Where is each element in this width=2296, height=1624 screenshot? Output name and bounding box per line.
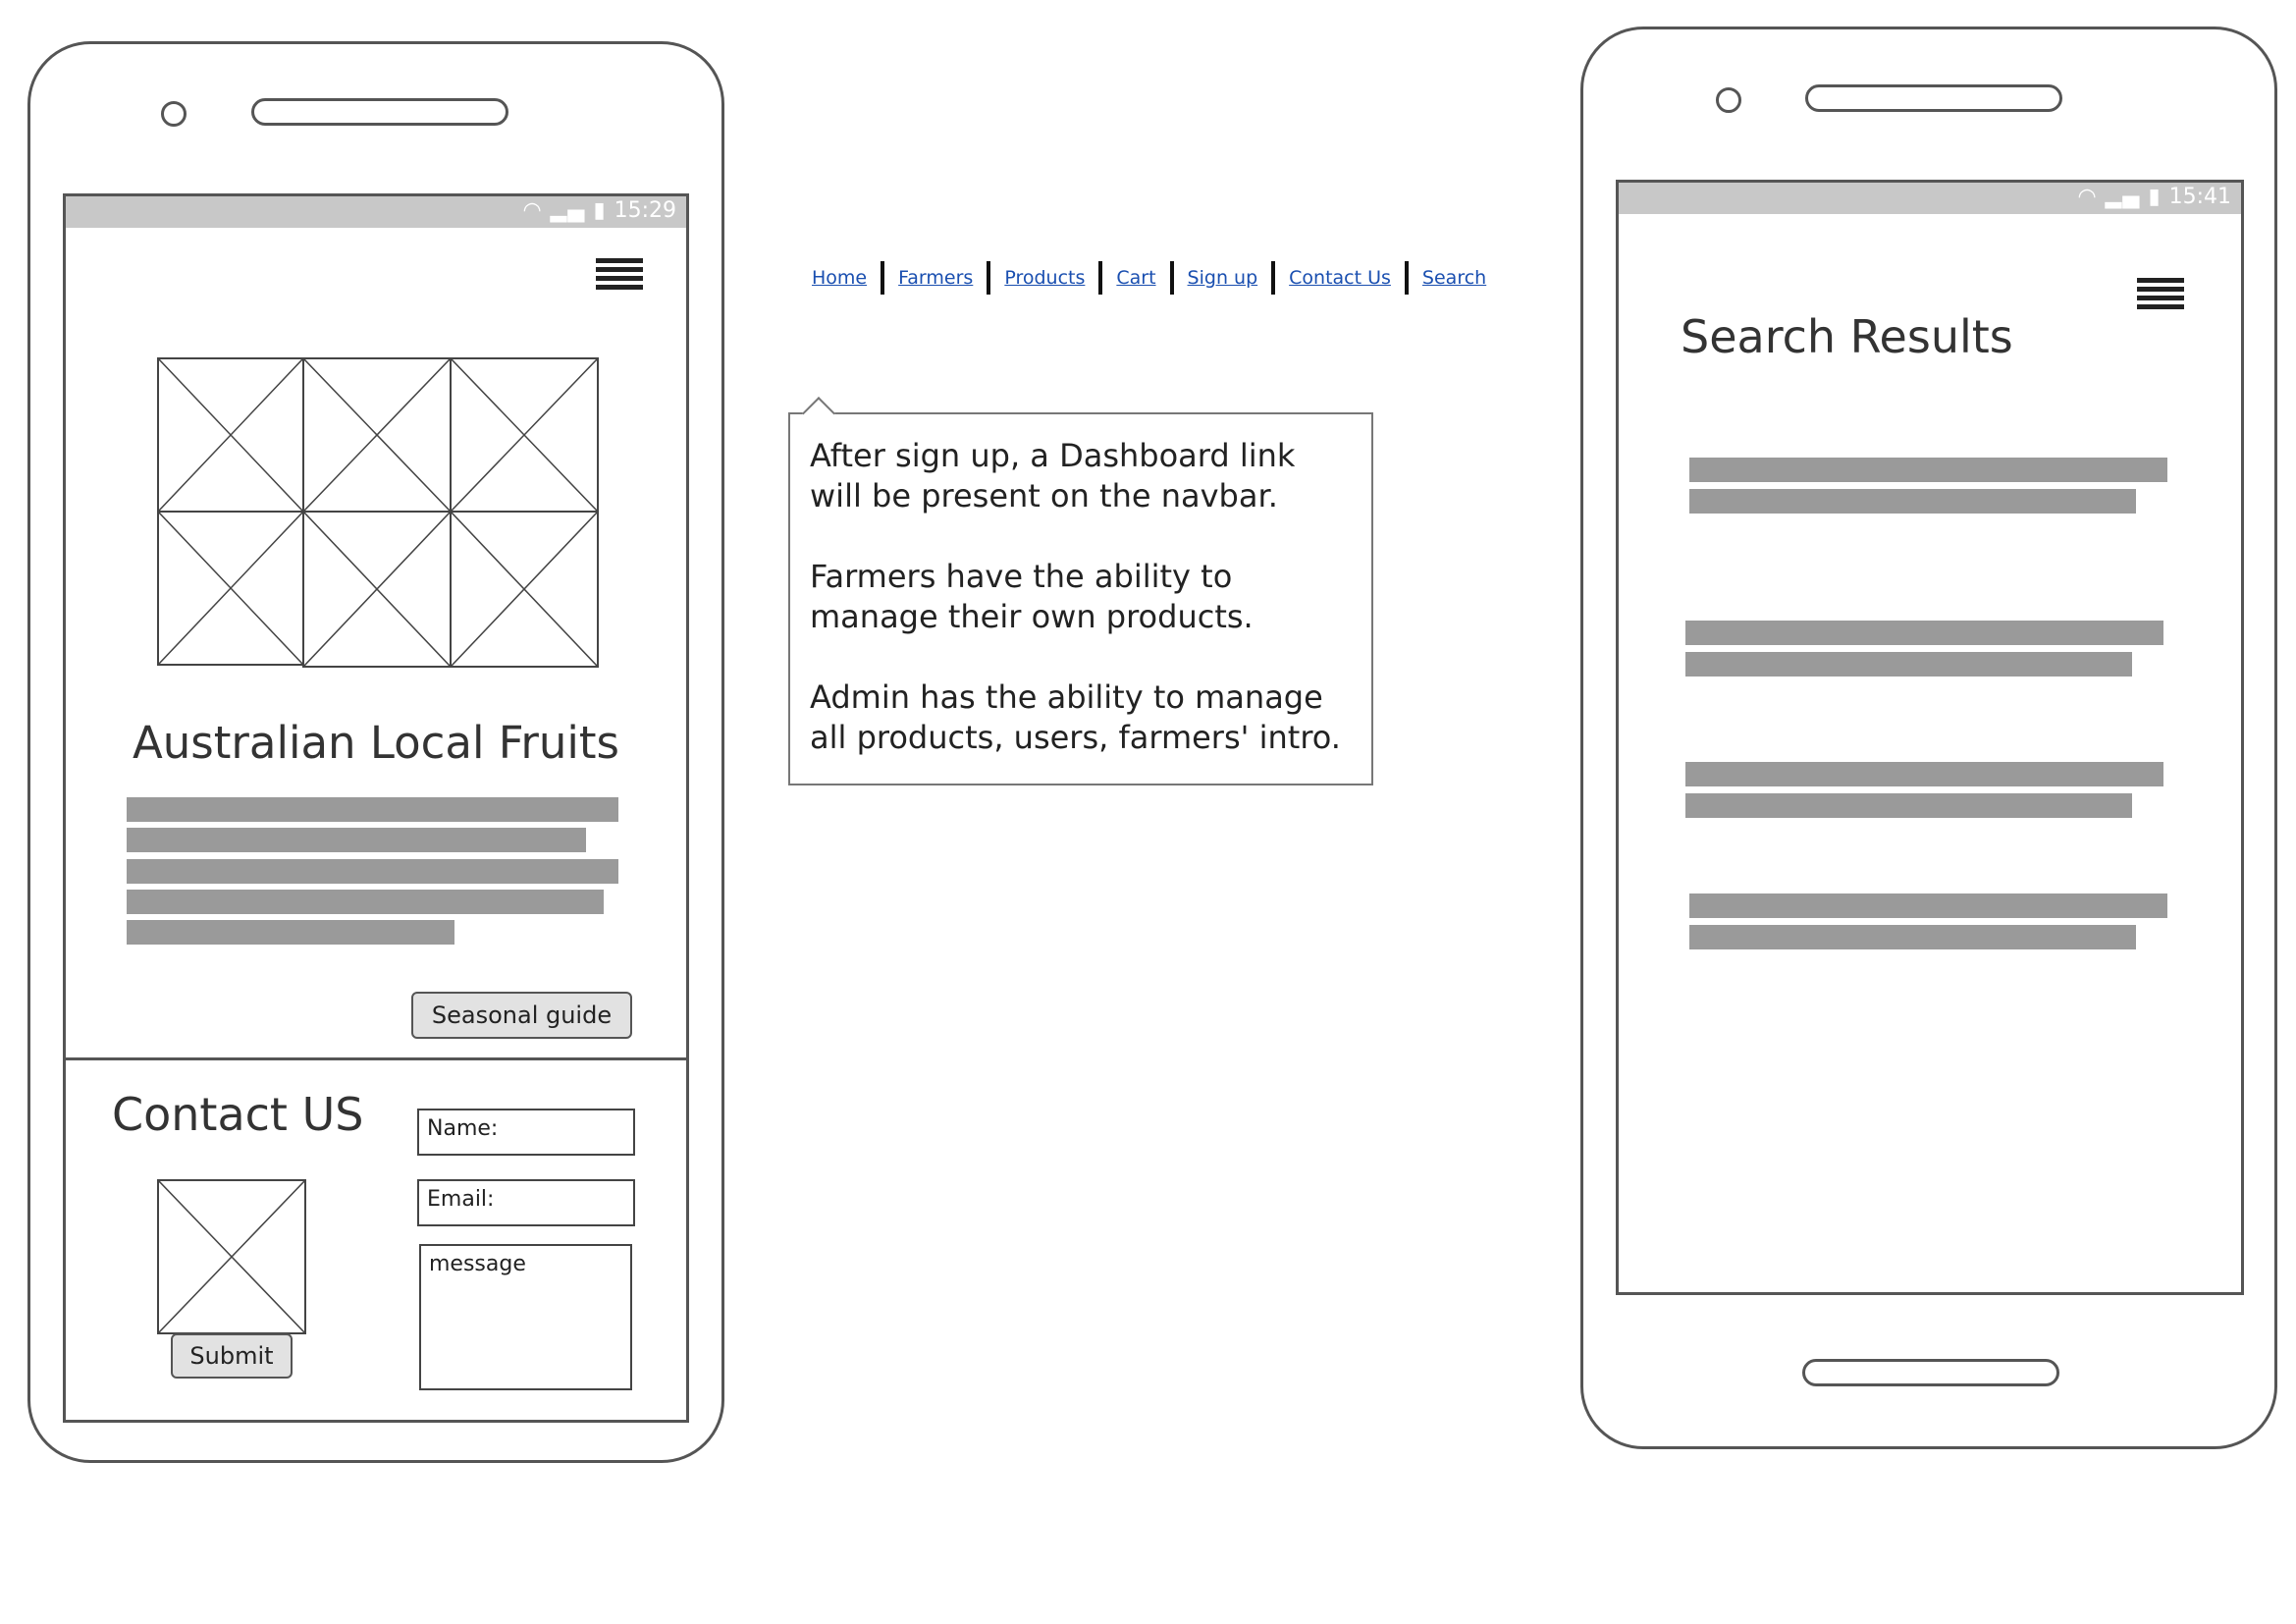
page-heading: Australian Local Fruits xyxy=(132,717,620,769)
image-placeholder-icon xyxy=(157,511,304,666)
nav-link-products[interactable]: Products xyxy=(1004,267,1085,289)
hamburger-menu-icon[interactable] xyxy=(596,258,643,298)
nav-separator xyxy=(881,261,885,295)
callout-paragraph: After sign up, a Dashboard link will be … xyxy=(810,437,1296,514)
nav-link-search[interactable]: Search xyxy=(1422,267,1486,289)
hamburger-menu-icon[interactable] xyxy=(2137,278,2184,317)
annotation-callout: After sign up, a Dashboard link will be … xyxy=(788,412,1373,785)
nav-separator xyxy=(1169,261,1174,295)
nav-separator xyxy=(1404,261,1409,295)
nav-link-contact-us[interactable]: Contact Us xyxy=(1289,267,1391,289)
result-placeholder-line xyxy=(1685,793,2132,818)
image-placeholder-icon xyxy=(302,357,452,513)
wifi-icon: ◠ xyxy=(2077,185,2098,209)
result-placeholder-line xyxy=(1685,762,2163,786)
seasonal-guide-button[interactable]: Seasonal guide xyxy=(411,992,632,1039)
wifi-icon: ◠ xyxy=(522,198,543,223)
email-field[interactable]: Email: xyxy=(417,1179,635,1226)
nav-link-cart[interactable]: Cart xyxy=(1116,267,1155,289)
search-results-heading: Search Results xyxy=(1681,310,2013,363)
contact-heading: Contact US xyxy=(112,1088,364,1141)
result-placeholder-line xyxy=(1689,489,2136,514)
nav-separator xyxy=(1271,261,1276,295)
phone-speaker xyxy=(251,98,508,126)
result-placeholder-line xyxy=(1685,621,2163,645)
result-placeholder-line xyxy=(1689,925,2136,949)
message-field[interactable]: message xyxy=(419,1244,632,1390)
status-time: 15:41 xyxy=(2168,185,2231,209)
name-field[interactable]: Name: xyxy=(417,1109,635,1156)
battery-icon: ▮ xyxy=(2148,185,2162,209)
image-placeholder-icon xyxy=(450,511,599,668)
phone-speaker xyxy=(1805,84,2062,112)
callout-paragraph: Admin has the ability to manage all prod… xyxy=(810,678,1341,756)
nav-separator xyxy=(987,261,991,295)
submit-button[interactable]: Submit xyxy=(171,1333,293,1379)
phone-home-button xyxy=(1802,1359,2059,1386)
image-placeholder-icon xyxy=(302,511,452,668)
fruit-image-grid xyxy=(157,357,599,668)
text-placeholder-line xyxy=(127,797,618,822)
image-placeholder-icon xyxy=(450,357,599,513)
navbar: Home Farmers Products Cart Sign up Conta… xyxy=(812,260,1486,296)
text-placeholder-line xyxy=(127,890,604,914)
text-placeholder-line xyxy=(127,920,454,945)
image-placeholder-icon xyxy=(157,357,304,513)
phone-camera xyxy=(1716,87,1741,113)
status-time: 15:29 xyxy=(614,198,676,223)
phone-camera xyxy=(161,101,187,127)
nav-link-farmers[interactable]: Farmers xyxy=(898,267,973,289)
nav-separator xyxy=(1098,261,1103,295)
result-placeholder-line xyxy=(1685,652,2132,677)
battery-icon: ▮ xyxy=(593,198,607,223)
section-divider xyxy=(63,1057,689,1060)
nav-link-sign-up[interactable]: Sign up xyxy=(1188,267,1258,289)
nav-link-home[interactable]: Home xyxy=(812,267,867,289)
image-placeholder-icon xyxy=(157,1179,306,1334)
text-placeholder-line xyxy=(127,859,618,884)
status-bar: ◠ ▂▄ ▮ 15:29 xyxy=(66,196,686,228)
signal-icon: ▂▄ xyxy=(2105,185,2141,209)
signal-icon: ▂▄ xyxy=(550,198,586,223)
result-placeholder-line xyxy=(1689,893,2167,918)
result-placeholder-line xyxy=(1689,458,2167,482)
status-bar: ◠ ▂▄ ▮ 15:41 xyxy=(1619,183,2241,214)
text-placeholder-line xyxy=(127,828,586,852)
callout-paragraph: Farmers have the ability to manage their… xyxy=(810,558,1254,635)
